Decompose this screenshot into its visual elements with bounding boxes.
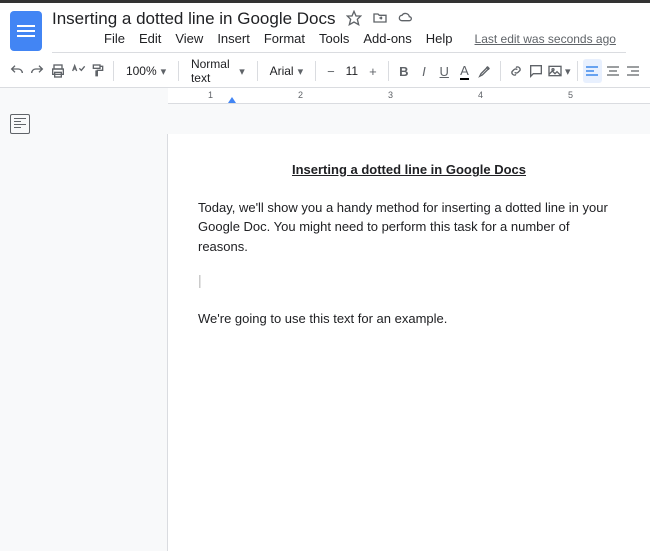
paint-format-button[interactable] bbox=[89, 59, 107, 83]
ruler-tick: 2 bbox=[298, 90, 303, 100]
font-select[interactable]: Arial▾ bbox=[264, 59, 310, 83]
fontsize-decrease-button[interactable]: − bbox=[322, 59, 340, 83]
menu-edit[interactable]: Edit bbox=[139, 31, 161, 46]
fontsize-increase-button[interactable]: + bbox=[364, 59, 382, 83]
style-select[interactable]: Normal text▾ bbox=[185, 59, 251, 83]
menu-file[interactable]: File bbox=[104, 31, 125, 46]
zoom-select[interactable]: 100%▾ bbox=[120, 59, 172, 83]
cloud-status-icon[interactable] bbox=[398, 10, 414, 29]
image-button[interactable]: ▾ bbox=[547, 59, 571, 83]
align-left-button[interactable] bbox=[583, 59, 601, 83]
ruler-tick: 5 bbox=[568, 90, 573, 100]
print-button[interactable] bbox=[48, 59, 66, 83]
toolbar: 100%▾ Normal text▾ Arial▾ − 11 + B I U A… bbox=[0, 55, 650, 88]
ruler-tick: 4 bbox=[478, 90, 483, 100]
horizontal-ruler[interactable]: 1 2 3 4 5 bbox=[168, 88, 650, 104]
menu-view[interactable]: View bbox=[175, 31, 203, 46]
document-page[interactable]: Inserting a dotted line in Google Docs T… bbox=[168, 134, 650, 551]
redo-button[interactable] bbox=[28, 59, 46, 83]
outline-toggle-icon[interactable] bbox=[10, 114, 30, 134]
menu-addons[interactable]: Add-ons bbox=[363, 31, 411, 46]
star-icon[interactable] bbox=[346, 10, 362, 29]
outline-pane bbox=[0, 134, 168, 551]
paragraph[interactable]: Today, we'll show you a handy method for… bbox=[198, 198, 620, 257]
page-heading[interactable]: Inserting a dotted line in Google Docs bbox=[198, 160, 620, 180]
menu-insert[interactable]: Insert bbox=[217, 31, 250, 46]
document-title[interactable]: Inserting a dotted line in Google Docs bbox=[52, 9, 336, 29]
bold-button[interactable]: B bbox=[395, 59, 413, 83]
ruler-tick: 3 bbox=[388, 90, 393, 100]
move-folder-icon[interactable] bbox=[372, 10, 388, 29]
align-right-button[interactable] bbox=[624, 59, 642, 83]
menu-help[interactable]: Help bbox=[426, 31, 453, 46]
menu-tools[interactable]: Tools bbox=[319, 31, 349, 46]
underline-button[interactable]: U bbox=[435, 59, 453, 83]
undo-button[interactable] bbox=[8, 59, 26, 83]
ruler-tick: 1 bbox=[208, 90, 213, 100]
align-center-button[interactable] bbox=[604, 59, 622, 83]
comment-button[interactable] bbox=[527, 59, 545, 83]
docs-logo-icon[interactable] bbox=[10, 11, 42, 51]
text-color-button[interactable]: A bbox=[455, 59, 473, 83]
fontsize-value[interactable]: 11 bbox=[340, 64, 364, 78]
menu-format[interactable]: Format bbox=[264, 31, 305, 46]
paragraph[interactable]: We're going to use this text for an exam… bbox=[198, 309, 620, 329]
link-button[interactable] bbox=[507, 59, 525, 83]
text-cursor: | bbox=[198, 270, 620, 291]
last-edit-link[interactable]: Last edit was seconds ago bbox=[475, 32, 616, 46]
left-indent-marker[interactable] bbox=[228, 97, 236, 103]
italic-button[interactable]: I bbox=[415, 59, 433, 83]
spellcheck-button[interactable] bbox=[69, 59, 87, 83]
highlight-button[interactable] bbox=[476, 59, 494, 83]
